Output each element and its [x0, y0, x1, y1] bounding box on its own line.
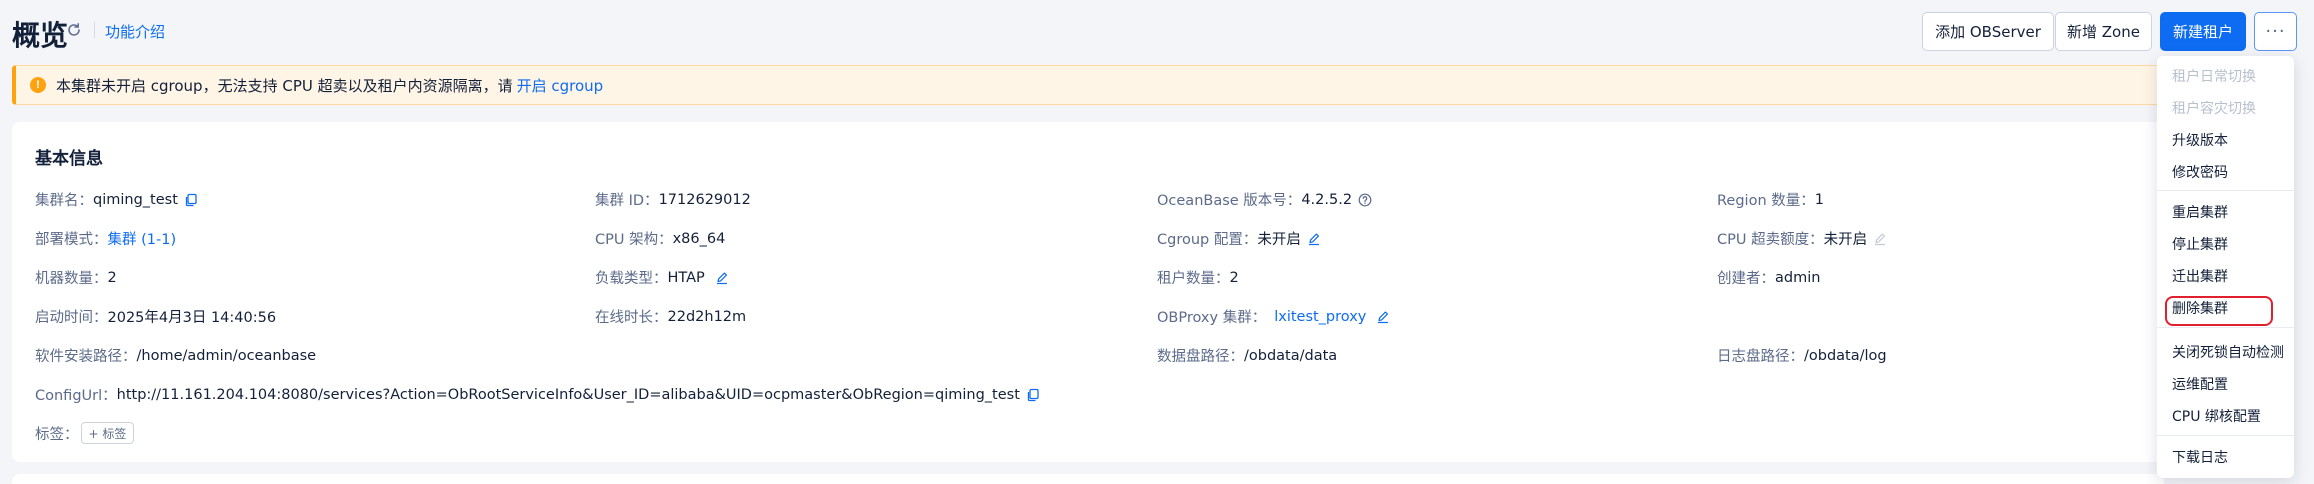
- value: HTAP: [667, 269, 705, 286]
- add-zone-button[interactable]: 新增 Zone: [2055, 12, 2152, 51]
- label: 创建者：: [1717, 271, 1775, 287]
- value: 未开启: [1823, 232, 1868, 248]
- field-cgroup: Cgroup 配置： 未开启: [1157, 228, 1321, 249]
- add-observer-button[interactable]: 添加 OBServer: [1922, 12, 2054, 51]
- label: Region 数量：: [1717, 193, 1815, 209]
- edit-icon[interactable]: [715, 271, 729, 285]
- label: OceanBase 版本号：: [1157, 193, 1302, 209]
- value: 未开启: [1257, 232, 1301, 248]
- edit-icon[interactable]: [1307, 232, 1321, 246]
- menu-item-disable-deadlock-detection[interactable]: 关闭死锁自动检测: [2172, 342, 2284, 362]
- label: 在线时长：: [595, 310, 668, 326]
- cgroup-warning-alert: ! 本集群未开启 cgroup，无法支持 CPU 超卖以及租户内资源隔离，请 开…: [12, 65, 2164, 105]
- menu-item-upgrade-version[interactable]: 升级版本: [2172, 130, 2228, 150]
- value: 2: [107, 269, 117, 286]
- value: qiming_test: [93, 191, 178, 208]
- field-cpu-oversell: CPU 超卖额度： 未开启: [1717, 228, 1887, 249]
- field-load-type: 负载类型： HTAP: [595, 267, 729, 288]
- field-cpu-arch: CPU 架构： x86_64: [595, 228, 725, 249]
- value: 1: [1814, 191, 1824, 208]
- label: CPU 超卖额度：: [1717, 232, 1824, 248]
- menu-item-move-out-cluster[interactable]: 迁出集群: [2172, 266, 2228, 286]
- help-icon[interactable]: [1358, 193, 1372, 207]
- label: CPU 架构：: [595, 232, 673, 248]
- menu-item-restart-cluster[interactable]: 重启集群: [2172, 202, 2228, 222]
- menu-separator: [2157, 435, 2294, 436]
- label: 机器数量：: [35, 271, 108, 287]
- field-creator: 创建者： admin: [1717, 267, 1820, 288]
- menu-item-download-logs[interactable]: 下载日志: [2172, 447, 2228, 467]
- value: http://11.161.204.104:8080/services?Acti…: [116, 386, 1020, 403]
- label: 启动时间：: [35, 310, 108, 326]
- field-region-count: Region 数量： 1: [1717, 189, 1824, 210]
- label: OBProxy 集群：: [1157, 310, 1267, 326]
- warning-icon: !: [30, 77, 46, 93]
- value: /obdata/log: [1804, 347, 1887, 364]
- edit-icon[interactable]: [1376, 310, 1390, 324]
- add-tag-button[interactable]: + 标签: [80, 422, 135, 444]
- more-actions-button[interactable]: ···: [2254, 12, 2297, 51]
- value: 2025年4月3日 14:40:56: [107, 310, 277, 326]
- copy-icon[interactable]: [184, 193, 198, 207]
- value: admin: [1775, 269, 1821, 286]
- menu-separator: [2157, 190, 2294, 191]
- field-cluster-id: 集群 ID： 1712629012: [595, 189, 751, 210]
- menu-item-stop-cluster[interactable]: 停止集群: [2172, 234, 2228, 254]
- menu-item-cpu-binding-config[interactable]: CPU 绑核配置: [2172, 406, 2261, 426]
- alert-message: 本集群未开启 cgroup，无法支持 CPU 超卖以及租户内资源隔离，请: [56, 76, 513, 95]
- enable-cgroup-link[interactable]: 开启 cgroup: [517, 75, 604, 96]
- page-title: 概览: [12, 19, 69, 52]
- basic-info-title: 基本信息: [35, 149, 103, 169]
- feature-intro-link[interactable]: 功能介绍: [105, 21, 165, 42]
- label: 日志盘路径：: [1717, 349, 1804, 365]
- field-tenant-count: 租户数量： 2: [1157, 267, 1239, 288]
- more-actions-menu: 租户日常切换 租户容灾切换 升级版本 修改密码 重启集群 停止集群 迁出集群 删…: [2157, 56, 2294, 478]
- label: 负载类型：: [595, 271, 668, 287]
- label: 部署模式：: [35, 232, 108, 248]
- value: 2: [1229, 269, 1239, 286]
- field-start-time: 启动时间： 2025年4月3日 14:40:56: [35, 306, 276, 327]
- basic-info-card: 基本信息 集群名： qiming_test 集群 ID： 1712629012 …: [12, 122, 2164, 462]
- delete-cluster-highlight: [2165, 296, 2273, 326]
- menu-item-change-password[interactable]: 修改密码: [2172, 162, 2228, 182]
- edit-icon-disabled: [1875, 233, 1886, 245]
- label: Cgroup 配置：: [1157, 232, 1258, 248]
- refresh-icon[interactable]: [66, 22, 82, 38]
- label: 软件安装路径：: [35, 349, 137, 365]
- menu-separator: [2157, 327, 2294, 328]
- value: /obdata/data: [1244, 347, 1338, 364]
- label: 标签：: [35, 426, 79, 443]
- new-tenant-button[interactable]: 新建租户: [2160, 12, 2246, 51]
- field-ob-version: OceanBase 版本号： 4.2.5.2: [1157, 189, 1372, 210]
- menu-item-tenant-switchover: 租户日常切换: [2172, 69, 2256, 85]
- field-deploy-mode: 部署模式： 集群 (1-1): [35, 228, 176, 249]
- field-tags: 标签： + 标签: [35, 422, 135, 444]
- value: 1712629012: [658, 191, 751, 208]
- label: 集群名：: [35, 193, 93, 209]
- field-obproxy: OBProxy 集群： lxitest_proxy: [1157, 306, 1390, 327]
- label: 数据盘路径：: [1157, 349, 1244, 365]
- page-header: 概览 功能介绍 添加 OBServer 新增 Zone 新建租户 ···: [0, 0, 2314, 62]
- field-data-path: 数据盘路径： /obdata/data: [1157, 345, 1337, 366]
- label: 集群 ID：: [595, 193, 659, 209]
- menu-item-ops-config[interactable]: 运维配置: [2172, 374, 2228, 394]
- deploy-mode-link[interactable]: 集群 (1-1): [108, 228, 177, 249]
- value: x86_64: [672, 230, 726, 247]
- field-cluster-name: 集群名： qiming_test: [35, 189, 198, 210]
- field-machine-count: 机器数量： 2: [35, 267, 117, 288]
- label: 租户数量：: [1157, 271, 1230, 287]
- next-card-edge: [12, 474, 2164, 484]
- value: 4.2.5.2: [1301, 191, 1353, 208]
- field-online-duration: 在线时长： 22d2h12m: [595, 306, 746, 327]
- copy-icon[interactable]: [1026, 388, 1040, 402]
- label: ConfigUrl：: [35, 388, 117, 404]
- value: /home/admin/oceanbase: [136, 347, 317, 364]
- obproxy-link[interactable]: lxitest_proxy: [1274, 309, 1366, 325]
- value: 22d2h12m: [667, 308, 747, 325]
- field-config-url: ConfigUrl： http://11.161.204.104:8080/se…: [35, 384, 1040, 405]
- field-install-path: 软件安装路径： /home/admin/oceanbase: [35, 345, 316, 366]
- title-divider: [94, 22, 95, 38]
- field-log-path: 日志盘路径： /obdata/log: [1717, 345, 1887, 366]
- menu-item-tenant-failover: 租户容灾切换: [2172, 101, 2256, 117]
